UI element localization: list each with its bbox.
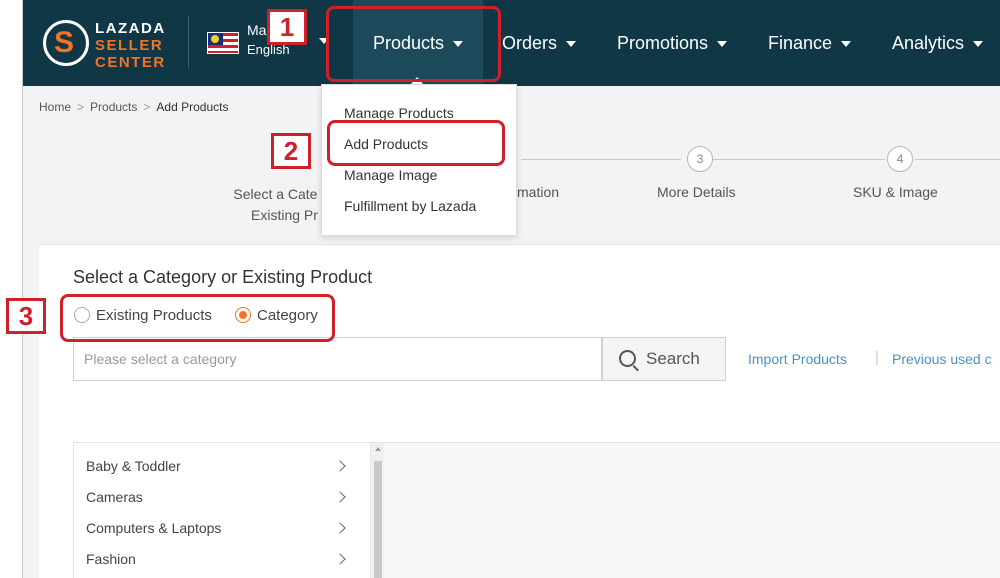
chevron-right-icon bbox=[334, 522, 346, 534]
nav-finance[interactable]: Finance bbox=[768, 0, 852, 86]
nav-analytics[interactable]: Analytics bbox=[892, 0, 984, 86]
logo-line-1: LAZADA bbox=[95, 20, 166, 37]
chevron-right-icon bbox=[334, 460, 346, 472]
logo-wordmark: LAZADA SELLER CENTER bbox=[95, 20, 185, 71]
menu-item-manage-products[interactable]: Manage Products bbox=[344, 105, 454, 121]
category-browser: Baby & Toddler Cameras Computers & Lapto… bbox=[73, 442, 1000, 578]
step-3-label: More Details bbox=[657, 184, 736, 200]
annotation-number-3: 3 bbox=[6, 298, 46, 334]
annotation-box-add-products bbox=[327, 120, 505, 166]
category-item[interactable]: Cameras bbox=[86, 482, 356, 512]
step-1-label: Select a Cate Existing Pr bbox=[233, 186, 318, 223]
annotation-number-2: 2 bbox=[271, 133, 311, 169]
category-item[interactable]: Baby & Toddler bbox=[86, 451, 356, 481]
search-icon bbox=[619, 350, 636, 367]
step-3-circle: 3 bbox=[687, 146, 713, 172]
subcategory-panel bbox=[384, 443, 1000, 578]
step-4-circle: 4 bbox=[887, 146, 913, 172]
step-4-label: SKU & Image bbox=[853, 184, 938, 200]
step-connector bbox=[521, 159, 681, 160]
category-list: Baby & Toddler Cameras Computers & Lapto… bbox=[74, 443, 372, 578]
menu-item-manage-image[interactable]: Manage Image bbox=[344, 167, 437, 183]
lazada-seller-center-logo[interactable]: S LAZADA SELLER CENTER bbox=[43, 20, 185, 71]
nav-promotions[interactable]: Promotions bbox=[617, 0, 728, 86]
category-list-scrollbar[interactable] bbox=[370, 443, 384, 578]
search-button[interactable]: Search bbox=[602, 337, 726, 381]
card-title: Select a Category or Existing Product bbox=[73, 267, 373, 287]
previous-used-categories-link[interactable]: Previous used c bbox=[892, 351, 992, 367]
nav-divider bbox=[188, 16, 189, 68]
step-connector bbox=[915, 159, 1000, 160]
annotation-box-radio-options bbox=[60, 294, 335, 342]
breadcrumb-current: Add Products bbox=[156, 100, 229, 114]
menu-item-fulfillment-by-lazada[interactable]: Fulfillment by Lazada bbox=[344, 198, 476, 214]
link-separator: | bbox=[875, 349, 879, 366]
logo-line-3: CENTER bbox=[95, 54, 166, 71]
annotation-box-products-nav bbox=[326, 6, 501, 82]
scrollbar-thumb[interactable] bbox=[374, 461, 382, 578]
annotation-number-1: 1 bbox=[267, 9, 307, 45]
breadcrumb-home[interactable]: Home bbox=[39, 100, 71, 114]
nav-promotions-label: Promotions bbox=[617, 33, 709, 53]
chevron-right-icon bbox=[334, 553, 346, 565]
chevron-right-icon bbox=[334, 491, 346, 503]
caret-down-icon bbox=[717, 41, 728, 48]
step-2-label: mation bbox=[517, 184, 560, 200]
logo-line-2: SELLER bbox=[95, 37, 164, 54]
nav-finance-label: Finance bbox=[768, 33, 833, 53]
caret-down-icon bbox=[841, 41, 852, 48]
nav-orders-label: Orders bbox=[502, 33, 558, 53]
top-navigation-bar: S LAZADA SELLER CENTER Ma English Produc… bbox=[23, 0, 1000, 86]
caret-down-icon bbox=[973, 41, 984, 48]
breadcrumb-products[interactable]: Products bbox=[90, 100, 137, 114]
nav-analytics-label: Analytics bbox=[892, 33, 965, 53]
step-connector bbox=[713, 159, 885, 160]
category-item[interactable]: Computers & Laptops bbox=[86, 513, 356, 543]
breadcrumb: Home > Products > Add Products bbox=[39, 100, 229, 114]
malaysia-flag-icon[interactable] bbox=[207, 32, 239, 54]
import-products-link[interactable]: Import Products bbox=[748, 351, 847, 367]
scroll-up-arrow-icon[interactable] bbox=[375, 447, 381, 451]
category-search-input[interactable]: Please select a category bbox=[73, 337, 602, 381]
logo-mark-icon: S bbox=[43, 20, 89, 66]
seller-center-window: S LAZADA SELLER CENTER Ma English Produc… bbox=[22, 0, 1000, 578]
nav-orders[interactable]: Orders bbox=[502, 0, 577, 86]
category-item[interactable]: Fashion bbox=[86, 544, 356, 574]
caret-down-icon bbox=[566, 41, 577, 48]
